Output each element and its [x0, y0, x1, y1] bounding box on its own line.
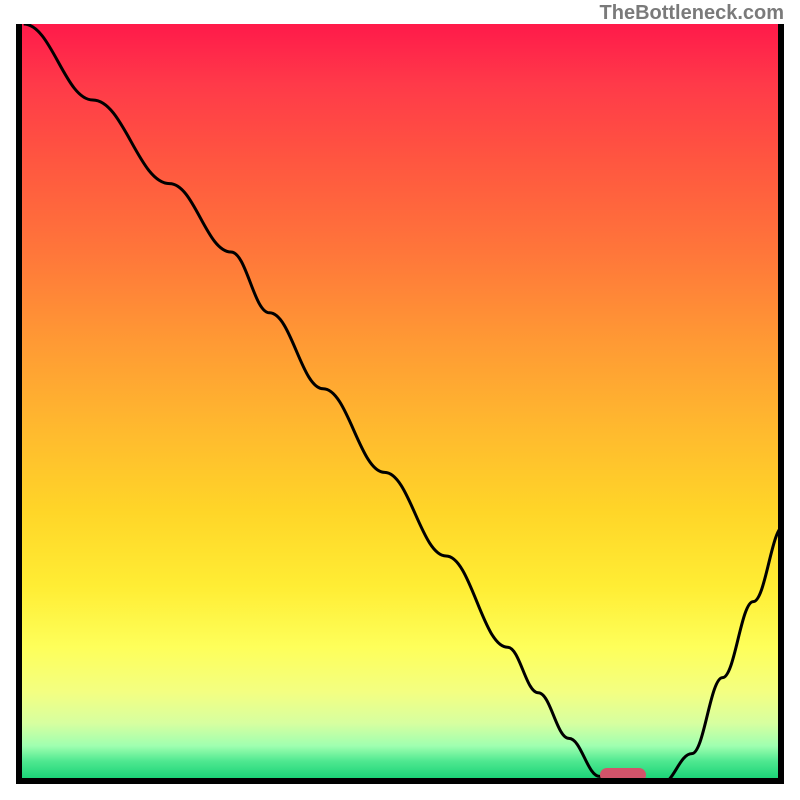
axis-bottom: [16, 778, 784, 784]
watermark-text: TheBottleneck.com: [600, 2, 784, 25]
bottleneck-curve: [16, 24, 784, 784]
axis-right: [778, 24, 784, 784]
chart-area: [16, 24, 784, 784]
axis-left: [16, 24, 22, 784]
